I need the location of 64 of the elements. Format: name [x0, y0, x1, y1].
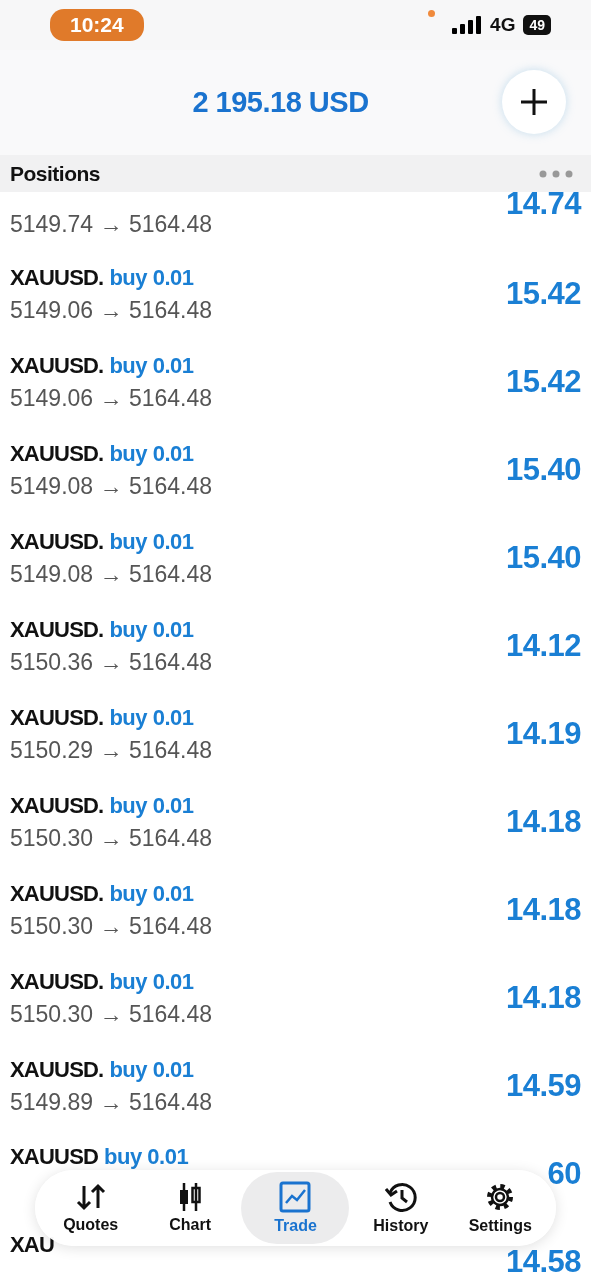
position-profit: 15.42: [505, 364, 581, 400]
position-side: buy 0.01: [109, 440, 194, 467]
position-symbol: XAUUSD.: [10, 880, 104, 907]
tab-item[interactable]: Settings: [452, 1172, 549, 1244]
position-profit: 14.19: [505, 716, 581, 752]
position-side: buy 0.01: [109, 1056, 194, 1083]
position-price: 5150.29 → 5164.48: [10, 736, 213, 764]
position-profit: 15.40: [505, 452, 581, 488]
position-profit: 15.42: [505, 276, 581, 312]
status-time: 10:24: [50, 9, 144, 41]
section-title: Positions: [10, 161, 100, 186]
position-side: buy 0.01: [109, 616, 194, 643]
position-symbol: XAUUSD.: [10, 440, 104, 467]
position-profit: 14.58: [505, 1244, 581, 1280]
position-price: 5149.08 → 5164.48: [10, 472, 213, 500]
position-symbol: XAUUSD.: [10, 968, 104, 995]
tab-item[interactable]: History: [352, 1172, 449, 1244]
position-side: buy 0.01: [109, 880, 194, 907]
arrows-icon: [74, 1182, 107, 1212]
position-profit: 14.59: [505, 1068, 581, 1104]
network-label: 4G: [490, 14, 516, 36]
position-symbol: XAU: [10, 1232, 55, 1258]
position-price: 5150.36 → 5164.48: [10, 648, 213, 676]
position-symbol: XAUUSD.: [10, 264, 104, 291]
position-profit: 14.18: [505, 804, 581, 840]
position-profit: 60: [547, 1156, 581, 1192]
position-symbol: XAUUSD.: [10, 704, 104, 731]
position-side: buy 0.01: [109, 352, 194, 379]
position-side: buy 0.01: [109, 528, 194, 555]
position-price: 5150.30 → 5164.48: [10, 824, 213, 852]
position-price: 5149.89 → 5164.48: [10, 1088, 213, 1116]
position-profit: 14.18: [505, 892, 581, 928]
position-side: buy 0.01: [104, 1144, 189, 1170]
indicator-dot-icon: [428, 10, 435, 17]
position-profit: 15.40: [505, 540, 581, 576]
position-profit: 14.18: [505, 980, 581, 1016]
line-chart-icon: [279, 1181, 312, 1213]
position-profit: 14.74: [505, 186, 581, 222]
add-button[interactable]: [502, 70, 566, 134]
position-price: 5150.30 → 5164.48: [10, 912, 213, 940]
position-symbol: XAUUSD: [10, 1144, 99, 1170]
signal-icon: [452, 16, 483, 34]
position-price: 5149.06 → 5164.48: [10, 296, 213, 324]
position-symbol: XAUUSD.: [10, 352, 104, 379]
position-price: 5149.74 → 5164.48: [10, 211, 213, 238]
position-symbol: XAUUSD.: [10, 528, 104, 555]
position-side: buy 0.01: [109, 792, 194, 819]
history-icon: [384, 1181, 417, 1213]
position-symbol: XAUUSD.: [10, 1056, 104, 1083]
position-side: buy 0.01: [109, 704, 194, 731]
position-side: buy 0.01: [109, 968, 194, 995]
position-symbol: XAUUSD.: [10, 792, 104, 819]
position-price: 5149.06 → 5164.48: [10, 384, 213, 412]
battery-indicator: 49: [523, 15, 551, 35]
tab-item[interactable]: Trade: [241, 1172, 350, 1244]
plus-icon: [519, 87, 549, 117]
tab-item[interactable]: Chart: [142, 1172, 239, 1244]
position-symbol: XAUUSD.: [10, 616, 104, 643]
position-side: buy 0.01: [109, 264, 194, 291]
position-price: 5149.08 → 5164.48: [10, 560, 213, 588]
position-price: 5150.30 → 5164.48: [10, 1000, 213, 1028]
candlestick-icon: [177, 1182, 204, 1212]
position-profit: 14.12: [505, 628, 581, 664]
account-balance: 2 195.18 USD: [192, 86, 369, 119]
